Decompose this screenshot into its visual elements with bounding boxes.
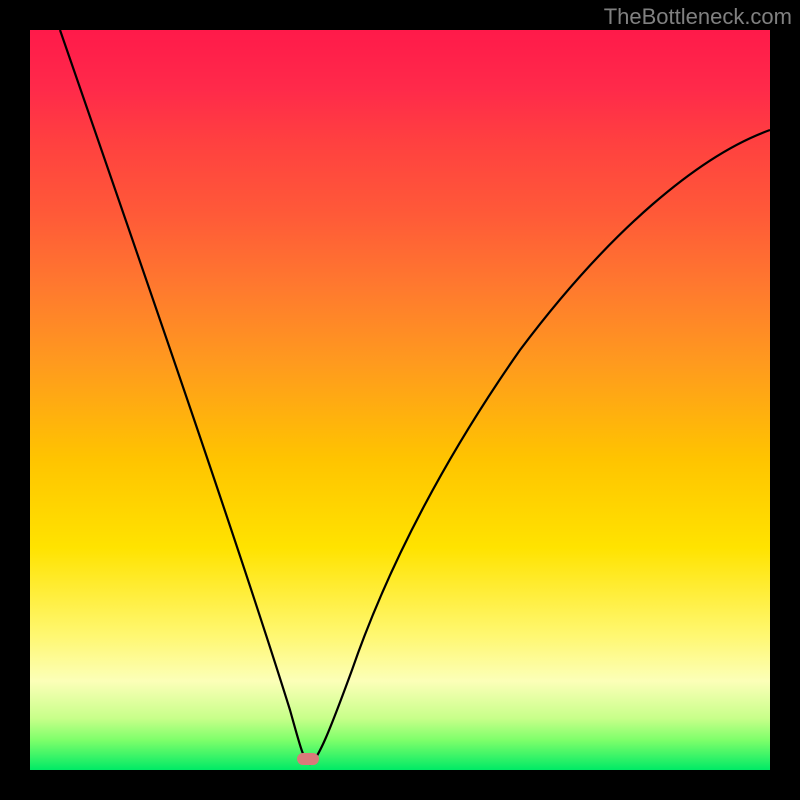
watermark-text: TheBottleneck.com: [604, 4, 792, 30]
plot-area: [30, 30, 770, 770]
curve-path: [60, 30, 770, 764]
minimum-marker: [297, 753, 319, 765]
bottleneck-curve: [30, 30, 770, 770]
chart-frame: TheBottleneck.com: [0, 0, 800, 800]
